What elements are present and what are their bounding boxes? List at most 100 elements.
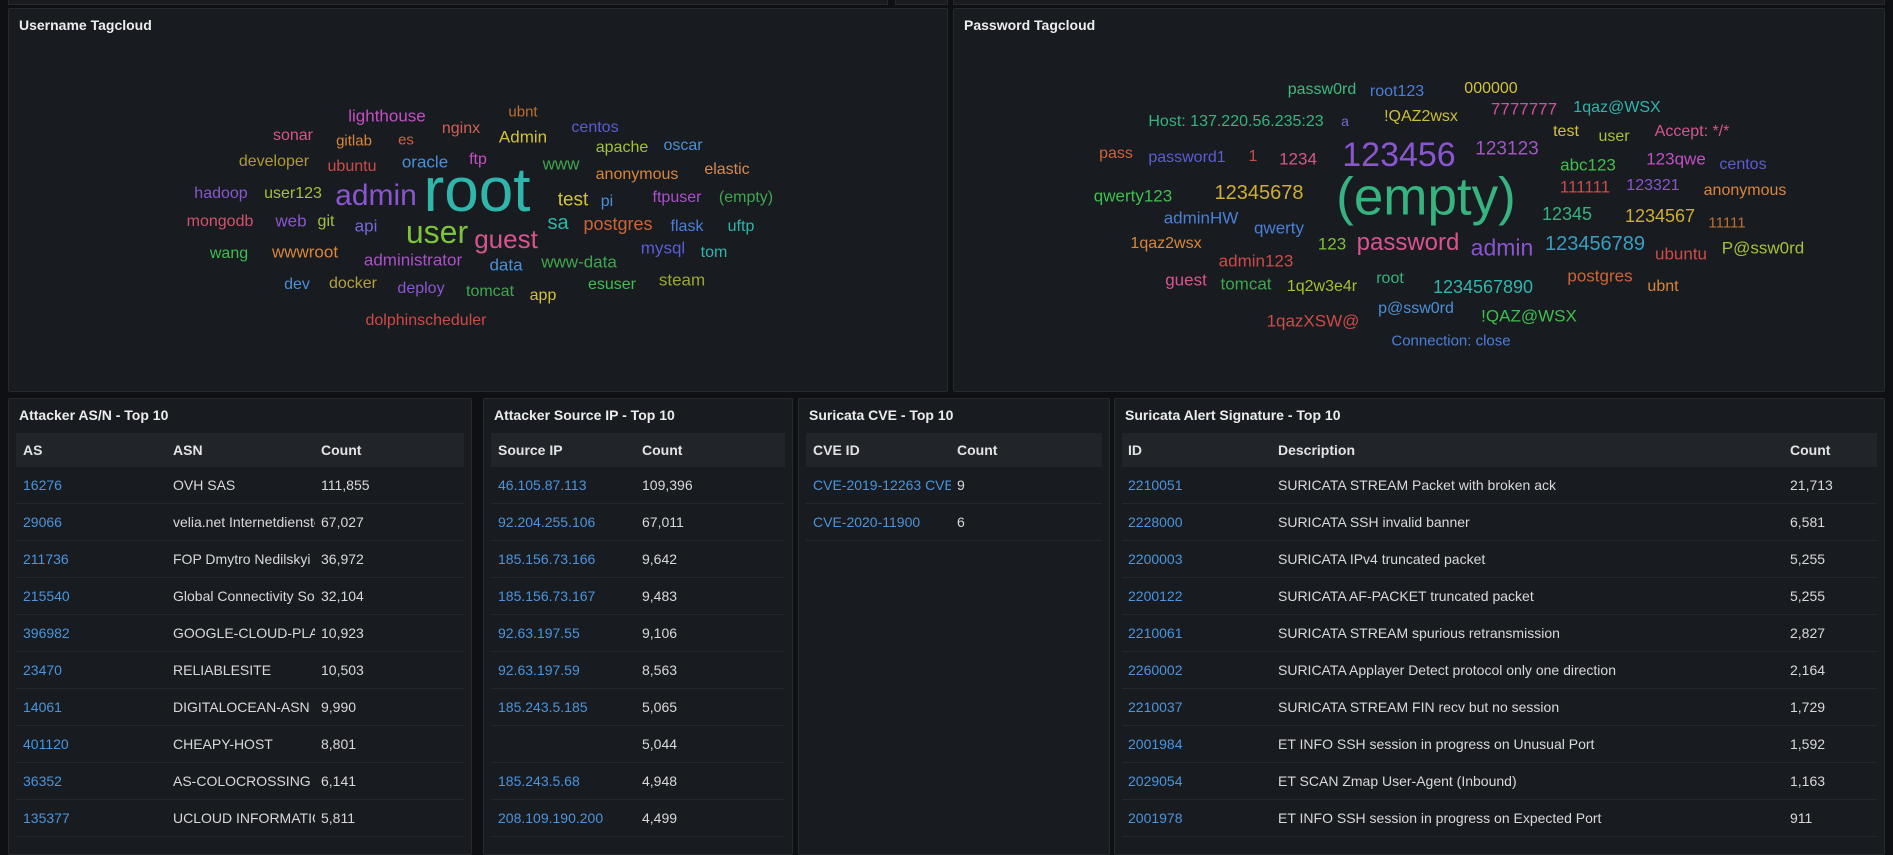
- tagcloud-word[interactable]: password1: [1148, 150, 1225, 166]
- tagcloud-word[interactable]: hadoop: [194, 186, 247, 202]
- tagcloud-word[interactable]: 1qaz@WSX: [1573, 100, 1660, 116]
- column-header[interactable]: Count: [642, 433, 792, 467]
- tagcloud-word[interactable]: flask: [671, 219, 704, 235]
- table-link-cell[interactable]: 2029054: [1128, 763, 1272, 799]
- tagcloud-word[interactable]: Host: 137.220.56.235:23: [1148, 114, 1323, 130]
- tagcloud-word[interactable]: gitlab: [336, 134, 372, 149]
- table-link-cell[interactable]: 215540: [23, 578, 167, 614]
- tagcloud-word[interactable]: qwerty: [1254, 220, 1304, 237]
- table-link-cell[interactable]: 2228000: [1128, 504, 1272, 540]
- tagcloud-word[interactable]: 1234: [1279, 151, 1317, 168]
- column-header[interactable]: Count: [1790, 433, 1884, 467]
- column-header[interactable]: Source IP: [498, 433, 636, 467]
- table-link-cell[interactable]: 185.243.5.185: [498, 689, 636, 725]
- table-link-cell[interactable]: 401120: [23, 726, 167, 762]
- table-link-cell[interactable]: 2001978: [1128, 800, 1272, 836]
- tagcloud-word[interactable]: app: [530, 288, 557, 304]
- tagcloud-word[interactable]: 7777777: [1491, 101, 1557, 118]
- table-link-cell[interactable]: 2210037: [1128, 689, 1272, 725]
- tagcloud-word[interactable]: wang: [210, 246, 248, 262]
- tagcloud-word[interactable]: 12345678: [1215, 183, 1304, 203]
- tagcloud-word[interactable]: 1: [1249, 149, 1258, 165]
- table-link-cell[interactable]: 23470: [23, 652, 167, 688]
- tagcloud-word[interactable]: p@ssw0rd: [1378, 301, 1454, 317]
- tagcloud-word[interactable]: 1qaz2wsx: [1130, 236, 1201, 252]
- tagcloud-word[interactable]: git: [318, 214, 335, 230]
- tagcloud-word[interactable]: 1qazXSW@: [1267, 313, 1360, 330]
- tagcloud-word[interactable]: administrator: [364, 252, 462, 269]
- table-link-cell[interactable]: 29066: [23, 504, 167, 540]
- table-link-cell[interactable]: 185.156.73.167: [498, 578, 636, 614]
- tagcloud-word[interactable]: pi: [601, 194, 613, 210]
- tagcloud-word[interactable]: 123qwe: [1646, 151, 1706, 168]
- tagcloud-word[interactable]: docker: [329, 276, 377, 292]
- tagcloud-word[interactable]: a: [1341, 114, 1349, 128]
- tagcloud-word[interactable]: postgres: [583, 215, 652, 233]
- tagcloud-word[interactable]: centos: [1719, 157, 1766, 173]
- tagcloud-word[interactable]: steam: [659, 272, 705, 289]
- tagcloud-word[interactable]: admin: [1471, 236, 1534, 260]
- tagcloud-word[interactable]: qwerty123: [1094, 188, 1172, 205]
- column-header[interactable]: Count: [957, 433, 1107, 467]
- tagcloud-word[interactable]: tom: [701, 245, 728, 261]
- table-link-cell[interactable]: 185.156.73.166: [498, 541, 636, 577]
- tagcloud-word[interactable]: ubuntu: [1655, 246, 1707, 263]
- tagcloud-word[interactable]: 1234567890: [1433, 278, 1533, 296]
- tagcloud-word[interactable]: 000000: [1464, 81, 1517, 97]
- tagcloud-word[interactable]: nginx: [442, 121, 480, 137]
- table-link-cell[interactable]: 211736: [23, 541, 167, 577]
- tagcloud-word[interactable]: api: [355, 218, 378, 235]
- tagcloud-word[interactable]: 123123: [1475, 140, 1538, 159]
- tagcloud-word[interactable]: pass: [1099, 146, 1133, 162]
- table-link-cell[interactable]: 2210051: [1128, 467, 1272, 503]
- tagcloud-word[interactable]: centos: [571, 120, 618, 136]
- tagcloud-word[interactable]: (empty): [1336, 171, 1516, 224]
- column-header[interactable]: CVE ID: [813, 433, 951, 467]
- table-link-cell[interactable]: 92.204.255.106: [498, 504, 636, 540]
- tagcloud-word[interactable]: web: [275, 213, 306, 230]
- tagcloud-word[interactable]: 123456789: [1545, 234, 1645, 254]
- tagcloud-word[interactable]: dolphinscheduler: [366, 313, 487, 329]
- table-link-cell[interactable]: 2210061: [1128, 615, 1272, 651]
- tagcloud-word[interactable]: root123: [1370, 84, 1424, 100]
- tagcloud-word[interactable]: apache: [596, 140, 649, 156]
- tagcloud-word[interactable]: P@ssw0rd: [1722, 240, 1804, 257]
- tagcloud-word[interactable]: root: [424, 160, 531, 222]
- table-link-cell[interactable]: CVE-2020-11900: [813, 504, 951, 540]
- table-link-cell[interactable]: 92.63.197.59: [498, 652, 636, 688]
- tagcloud-word[interactable]: oscar: [663, 138, 702, 154]
- tagcloud-word[interactable]: guest: [1165, 272, 1207, 289]
- table-link-cell[interactable]: 14061: [23, 689, 167, 725]
- table-link-cell[interactable]: 135377: [23, 800, 167, 836]
- tagcloud-word[interactable]: passw0rd: [1288, 82, 1356, 98]
- tagcloud-word[interactable]: admin: [335, 181, 417, 211]
- column-header[interactable]: ASN: [173, 433, 315, 467]
- tagcloud-word[interactable]: www: [543, 156, 580, 173]
- tagcloud-word[interactable]: dev: [284, 277, 310, 293]
- tagcloud-word[interactable]: user123: [264, 186, 322, 202]
- tagcloud-word[interactable]: uftp: [728, 219, 755, 235]
- tagcloud-word[interactable]: sonar: [273, 128, 313, 144]
- table-link-cell[interactable]: 46.105.87.113: [498, 467, 636, 503]
- tagcloud-word[interactable]: postgres: [1567, 268, 1632, 285]
- tagcloud-word[interactable]: sa: [547, 213, 568, 233]
- tagcloud-word[interactable]: lighthouse: [348, 108, 426, 125]
- tagcloud-word[interactable]: 12345: [1542, 205, 1592, 223]
- column-header[interactable]: AS: [23, 433, 167, 467]
- tagcloud-word[interactable]: mongodb: [187, 214, 254, 230]
- tagcloud-word[interactable]: ubuntu: [328, 159, 377, 175]
- tagcloud-word[interactable]: !QAZ@WSX: [1481, 308, 1577, 325]
- tagcloud-word[interactable]: esuser: [588, 277, 636, 293]
- table-link-cell[interactable]: 2260002: [1128, 652, 1272, 688]
- table-link-cell[interactable]: 396982: [23, 615, 167, 651]
- tagcloud-word[interactable]: 11111: [1708, 216, 1745, 231]
- tagcloud-word[interactable]: adminHW: [1164, 210, 1239, 227]
- tagcloud-word[interactable]: Accept: */*: [1655, 124, 1730, 140]
- tagcloud-word[interactable]: wwwroot: [272, 244, 338, 261]
- table-link-cell[interactable]: 185.243.5.68: [498, 763, 636, 799]
- table-link-cell[interactable]: 2200122: [1128, 578, 1272, 614]
- table-link-cell[interactable]: 92.63.197.55: [498, 615, 636, 651]
- tagcloud-word[interactable]: (empty): [719, 190, 773, 206]
- table-link-cell[interactable]: 36352: [23, 763, 167, 799]
- table-link-cell[interactable]: CVE-2019-12263 CVE: [813, 467, 951, 503]
